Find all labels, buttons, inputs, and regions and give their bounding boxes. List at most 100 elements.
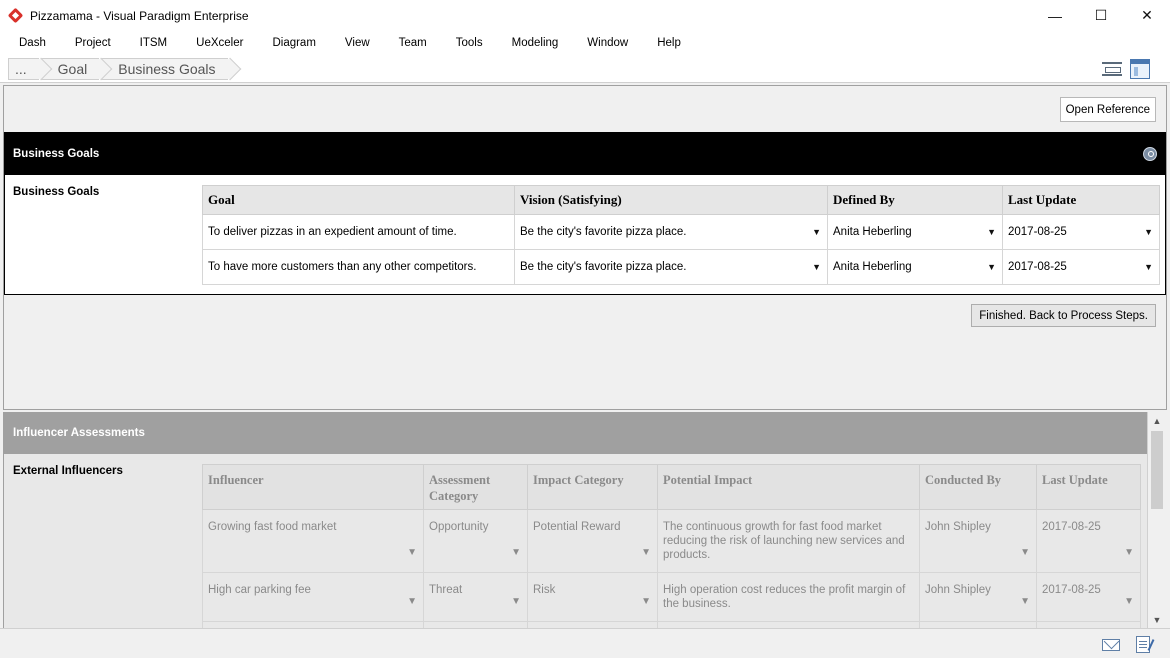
edit-note-icon[interactable] <box>1136 636 1150 653</box>
potential-impact-cell[interactable]: High operation cost reduces the profit m… <box>657 572 920 622</box>
column-header-vision: Vision (Satisfying) <box>514 185 828 215</box>
influencer-section: Influencer Assessments External Influenc… <box>3 412 1147 628</box>
menu-view[interactable]: View <box>334 37 381 49</box>
table-row: High car parking fee ▼ Threat ▼ Risk ▼ High… <box>202 572 1141 622</box>
dropdown-arrow-icon[interactable]: ▼ <box>407 546 417 560</box>
goal-cell-text: To deliver pizzas in an expedient amount… <box>208 226 457 238</box>
status-icons <box>1102 636 1150 653</box>
open-reference-button[interactable]: Open Reference <box>1059 97 1156 122</box>
column-header-impact-category: Impact Category <box>527 464 658 510</box>
last-update-select-value: 2017-08-25 <box>1008 261 1067 273</box>
last-update-select[interactable]: 2017-08-25 ▼ <box>1002 249 1160 285</box>
dropdown-arrow-icon[interactable]: ▼ <box>1144 227 1153 237</box>
breadcrumb-more[interactable]: ... <box>8 58 39 80</box>
menu-window[interactable]: Window <box>576 37 639 49</box>
vision-select[interactable]: Be the city's favorite pizza place. ▼ <box>514 249 828 285</box>
last-update-select[interactable]: 2017-08-25 ▼ <box>1036 509 1141 573</box>
dropdown-arrow-icon[interactable]: ▼ <box>1020 595 1030 609</box>
dropdown-arrow-icon[interactable]: ▼ <box>641 595 651 609</box>
dropdown-arrow-icon[interactable]: ▼ <box>511 595 521 609</box>
menu-uexceler[interactable]: UeXceler <box>185 37 254 49</box>
last-update-select-value: 2017-08-25 <box>1008 226 1067 238</box>
table-row: To have more customers than any other co… <box>202 249 1160 285</box>
menu-tools[interactable]: Tools <box>445 37 494 49</box>
dropdown-arrow-icon[interactable]: ▼ <box>641 546 651 560</box>
fit-width-icon[interactable] <box>1102 62 1122 76</box>
finished-back-button[interactable]: Finished. Back to Process Steps. <box>971 304 1156 327</box>
goal-cell[interactable]: To deliver pizzas in an expedient amount… <box>202 214 515 250</box>
influencer-select[interactable]: High car parking fee ▼ <box>202 572 424 622</box>
conducted-by-select-value: John Shipley <box>925 584 991 596</box>
assessment-category-select[interactable]: Threat ▼ <box>423 572 528 622</box>
conducted-by-select[interactable]: John Shipley ▼ <box>919 509 1037 573</box>
menu-help[interactable]: Help <box>646 37 692 49</box>
view-tools <box>1102 59 1150 79</box>
influencer-select-value: High car parking fee <box>208 584 311 596</box>
dropdown-arrow-icon[interactable]: ▼ <box>1124 595 1134 609</box>
minimize-button[interactable]: — <box>1032 0 1078 31</box>
close-button[interactable]: ✕ <box>1124 0 1170 31</box>
business-goals-table: Goal Vision (Satisfying) Defined By Last… <box>202 185 1160 285</box>
breadcrumb: ... Goal Business Goals <box>8 58 230 80</box>
dropdown-arrow-icon[interactable]: ▼ <box>1124 546 1134 560</box>
goal-cell-text: To have more customers than any other co… <box>208 261 477 273</box>
menu-team[interactable]: Team <box>388 37 438 49</box>
dropdown-arrow-icon[interactable]: ▼ <box>1020 546 1030 560</box>
dropdown-arrow-icon[interactable]: ▼ <box>407 595 417 609</box>
maximize-button[interactable]: ☐ <box>1078 0 1124 31</box>
breadcrumb-bar: ... Goal Business Goals <box>0 55 1170 83</box>
dropdown-arrow-icon[interactable]: ▼ <box>987 262 996 272</box>
table-header-row: Influencer Assessment Category Impact Ca… <box>202 464 1141 510</box>
app-logo-icon <box>9 9 23 23</box>
last-update-select[interactable]: 2017-08-25 ▼ <box>1036 572 1141 622</box>
window-controls: — ☐ ✕ <box>1032 0 1170 31</box>
last-update-select[interactable]: 2017-08-25 ▼ <box>1002 214 1160 250</box>
defined-by-select[interactable]: Anita Heberling ▼ <box>827 249 1003 285</box>
main-content: Open Reference Business Goals Business G… <box>3 85 1167 410</box>
last-update-select-value: 2017-08-25 <box>1042 584 1101 596</box>
influencer-select[interactable]: Growing fast food market ▼ <box>202 509 424 573</box>
dropdown-arrow-icon[interactable]: ▼ <box>812 227 821 237</box>
mail-icon[interactable] <box>1102 639 1120 651</box>
column-header-goal: Goal <box>202 185 515 215</box>
status-bar <box>0 628 1170 658</box>
breadcrumb-business-goals[interactable]: Business Goals <box>101 58 228 80</box>
assessment-category-select-value: Threat <box>429 584 463 596</box>
influencer-table: Influencer Assessment Category Impact Ca… <box>202 464 1141 628</box>
scroll-down-icon[interactable]: ▼ <box>1148 611 1166 628</box>
vision-select-value: Be the city's favorite pizza place. <box>520 261 687 273</box>
scrollbar-thumb[interactable] <box>1151 431 1163 509</box>
table-row: To deliver pizzas in an expedient amount… <box>202 214 1160 250</box>
potential-impact-text: The continuous growth for fast food mark… <box>663 521 905 561</box>
dropdown-arrow-icon[interactable]: ▼ <box>1144 262 1153 272</box>
title-bar: Pizzamama - Visual Paradigm Enterprise —… <box>0 0 1170 31</box>
menu-project[interactable]: Project <box>64 37 122 49</box>
vision-select[interactable]: Be the city's favorite pizza place. ▼ <box>514 214 828 250</box>
menu-diagram[interactable]: Diagram <box>261 37 326 49</box>
dropdown-arrow-icon[interactable]: ▼ <box>812 262 821 272</box>
impact-category-select-value: Risk <box>533 584 556 596</box>
last-update-select-value: 2017-08-25 <box>1042 521 1101 533</box>
potential-impact-cell[interactable]: The continuous growth for fast food mark… <box>657 509 920 573</box>
defined-by-select[interactable]: Anita Heberling ▼ <box>827 214 1003 250</box>
business-goals-header-title: Business Goals <box>13 148 100 160</box>
panel-toggle-icon[interactable] <box>1130 59 1150 79</box>
scroll-up-icon[interactable]: ▲ <box>1148 412 1166 429</box>
assessment-category-select-value: Opportunity <box>429 521 489 533</box>
impact-category-select[interactable]: Potential Reward ▼ <box>527 509 658 573</box>
vertical-scrollbar[interactable]: ▲ ▼ <box>1147 412 1165 628</box>
external-influencers-label: External Influencers <box>13 465 123 477</box>
conducted-by-select[interactable]: John Shipley ▼ <box>919 572 1037 622</box>
menu-itsm[interactable]: ITSM <box>129 37 178 49</box>
impact-category-select[interactable]: Risk ▼ <box>527 572 658 622</box>
defined-by-select-value: Anita Heberling <box>833 226 912 238</box>
dropdown-arrow-icon[interactable]: ▼ <box>987 227 996 237</box>
defined-by-select-value: Anita Heberling <box>833 261 912 273</box>
dropdown-arrow-icon[interactable]: ▼ <box>511 546 521 560</box>
help-icon[interactable] <box>1143 147 1157 161</box>
goal-cell[interactable]: To have more customers than any other co… <box>202 249 515 285</box>
menu-modeling[interactable]: Modeling <box>501 37 570 49</box>
column-header-potential-impact: Potential Impact <box>657 464 920 510</box>
menu-dash[interactable]: Dash <box>8 37 57 49</box>
assessment-category-select[interactable]: Opportunity ▼ <box>423 509 528 573</box>
